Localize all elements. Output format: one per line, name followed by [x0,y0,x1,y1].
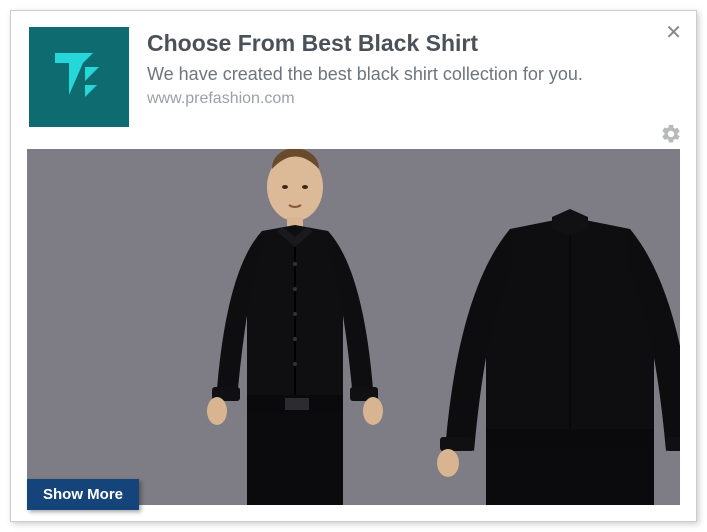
brand-logo [29,27,129,127]
card-header: Choose From Best Black Shirt We have cre… [11,11,696,141]
card-subtitle: We have created the best black shirt col… [147,62,678,86]
notification-card: Choose From Best Black Shirt We have cre… [10,10,697,522]
model-back [420,189,680,505]
close-icon[interactable]: ✕ [665,23,682,43]
card-domain: www.prefashion.com [147,90,678,108]
model-front [167,149,427,505]
hero-image [27,149,680,505]
gear-icon[interactable] [660,123,682,145]
header-text: Choose From Best Black Shirt We have cre… [129,27,678,127]
show-more-button[interactable]: Show More [27,479,139,510]
card-title: Choose From Best Black Shirt [147,29,678,58]
logo-glyph [49,47,109,107]
